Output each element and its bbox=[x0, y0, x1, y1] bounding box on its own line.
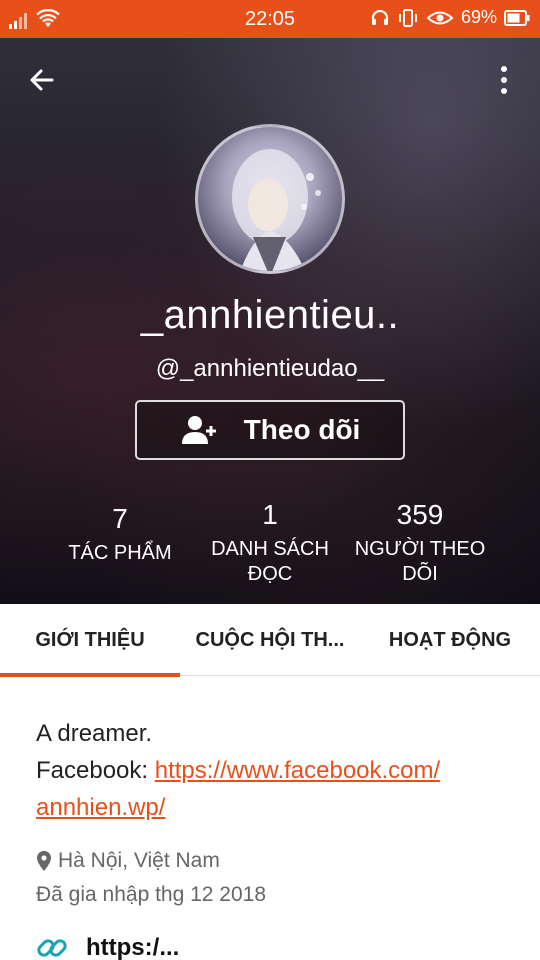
location-pin-icon bbox=[37, 851, 51, 871]
stat-works-count: 7 bbox=[112, 503, 128, 534]
stat-reading-lists-label: DANH SÁCH ĐỌC bbox=[190, 537, 350, 587]
battery-percent: 69% bbox=[460, 7, 497, 27]
status-right: 69% bbox=[370, 7, 530, 28]
link-icon bbox=[37, 939, 67, 957]
stat-followers-label-line2: DÕI bbox=[402, 562, 438, 585]
more-options-icon[interactable] bbox=[488, 62, 520, 98]
tab-about[interactable]: GIỚI THIỆU bbox=[0, 604, 180, 677]
headset-icon bbox=[371, 9, 389, 25]
profile-header: _annhientieu.. @_annhientieudao__ Theo d… bbox=[0, 38, 540, 604]
follow-button[interactable]: Theo dõi bbox=[135, 400, 405, 460]
facebook-prefix: Facebook: bbox=[36, 757, 155, 784]
tab-conversations[interactable]: CUỘC HỘI TH... bbox=[180, 604, 360, 676]
stat-works-label: TÁC PHẨM bbox=[68, 541, 172, 564]
add-user-icon bbox=[181, 416, 216, 444]
stat-works[interactable]: 7 TÁC PHẨM bbox=[40, 503, 200, 566]
location-text: Hà Nội, Việt Nam bbox=[58, 849, 220, 872]
stat-reading-lists[interactable]: 1 DANH SÁCH ĐỌC bbox=[190, 499, 350, 587]
stat-followers-label-line1: NGƯỜI THEO bbox=[354, 537, 486, 560]
avatar-illustration bbox=[232, 149, 321, 271]
stat-followers[interactable]: 359 NGƯỜI THEO DÕI bbox=[340, 499, 500, 587]
bio: A dreamer. Facebook: https://www.faceboo… bbox=[36, 715, 516, 826]
status-bar: 22:05 69% bbox=[0, 0, 540, 38]
facebook-link-part1: https://www.facebook.com/ bbox=[154, 757, 441, 784]
vibrate-icon bbox=[398, 8, 417, 27]
website-link[interactable]: https:/... bbox=[86, 934, 179, 960]
stat-reading-lists-label-line2: ĐỌC bbox=[247, 562, 293, 585]
follow-button-label: Theo dõi bbox=[243, 414, 361, 445]
battery-icon bbox=[504, 9, 530, 26]
location-row: Hà Nội, Việt Nam bbox=[36, 849, 220, 873]
stat-reading-lists-label-line1: DANH SÁCH bbox=[211, 537, 329, 560]
display-name: _annhientieu.. bbox=[140, 293, 400, 337]
avatar[interactable] bbox=[195, 124, 345, 274]
website-row[interactable]: https:/... bbox=[36, 933, 179, 960]
bio-text: A dreamer. bbox=[36, 720, 153, 747]
joined-date: Đã gia nhập thg 12 2018 bbox=[36, 883, 267, 906]
stat-followers-label: NGƯỜI THEO DÕI bbox=[340, 537, 500, 587]
facebook-link-part2: annhien.wp/ bbox=[36, 794, 166, 821]
tab-activity[interactable]: HOẠT ĐỘNG bbox=[360, 604, 540, 676]
profile-tabs: GIỚI THIỆU CUỘC HỘI TH... HOẠT ĐỘNG bbox=[0, 604, 540, 677]
eye-icon bbox=[426, 11, 454, 24]
about-section: A dreamer. Facebook: https://www.faceboo… bbox=[0, 677, 540, 960]
back-arrow-icon[interactable] bbox=[24, 62, 60, 98]
stat-followers-count: 359 bbox=[396, 499, 444, 530]
stat-reading-lists-count: 1 bbox=[262, 499, 278, 530]
username: @_annhientieudao__ bbox=[155, 355, 385, 382]
